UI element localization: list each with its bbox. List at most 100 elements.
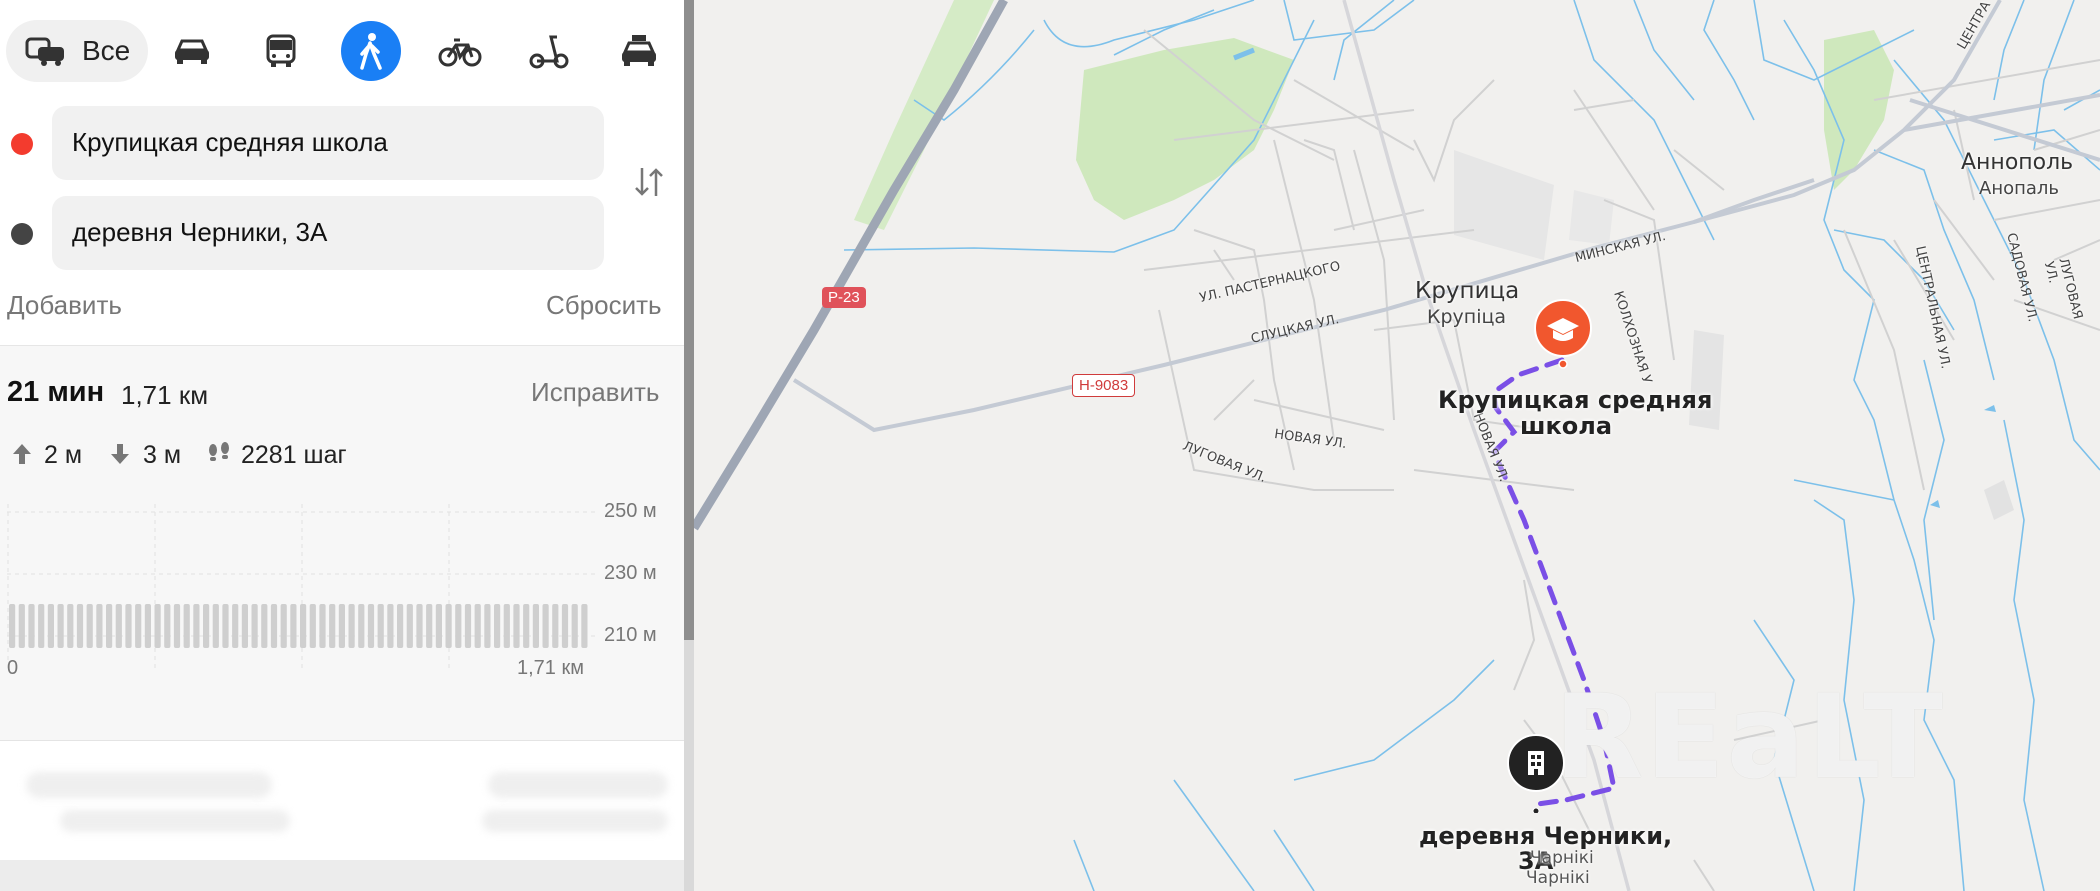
elevation-bar bbox=[67, 604, 74, 648]
forest-area bbox=[854, 0, 994, 230]
route-time: 21 мин bbox=[7, 376, 105, 408]
panel-scrollbar[interactable] bbox=[684, 0, 694, 640]
taxi-icon bbox=[622, 35, 656, 66]
fix-route-link[interactable]: Исправить bbox=[531, 377, 659, 408]
descent-value: 3 м bbox=[143, 441, 182, 469]
add-point-link[interactable]: Добавить bbox=[7, 290, 122, 321]
building-block bbox=[1689, 330, 1724, 430]
elevation-bar bbox=[135, 604, 142, 648]
elevation-bar bbox=[338, 604, 345, 648]
walking-icon bbox=[360, 33, 382, 70]
elevation-bar bbox=[261, 604, 268, 648]
destination-by-label: Чарнікі bbox=[1530, 848, 1594, 868]
panel-bottom bbox=[0, 860, 684, 891]
ascent-icon bbox=[13, 444, 31, 464]
village-label-by: Анопаль bbox=[1979, 178, 2060, 199]
elevation-bar bbox=[416, 604, 423, 648]
elevation-bar bbox=[561, 604, 569, 648]
elevation-bar bbox=[387, 604, 394, 648]
main-roads bbox=[792, 0, 2100, 433]
elevation-bar bbox=[222, 604, 229, 648]
end-point-text: деревня Черники, 3А bbox=[72, 217, 328, 247]
mode-bicycle-button[interactable] bbox=[430, 21, 490, 81]
elevation-bar bbox=[232, 604, 239, 648]
route-panel: Все Крупицкая средняя школа деревня Черн… bbox=[0, 0, 686, 891]
destination-pin[interactable] bbox=[1506, 733, 1566, 815]
school-pin-icon bbox=[1534, 299, 1592, 369]
elevation-bar bbox=[329, 604, 336, 648]
descent-icon bbox=[111, 444, 129, 464]
school-pin[interactable] bbox=[1531, 298, 1595, 369]
elevation-bar bbox=[154, 604, 161, 648]
panel-scroll-track bbox=[684, 640, 694, 891]
elevation-bar bbox=[18, 604, 25, 648]
school-label-line2: школа bbox=[1520, 412, 1613, 440]
end-point-field[interactable]: деревня Черники, 3А bbox=[52, 196, 604, 270]
mode-all-label: Все bbox=[82, 35, 131, 66]
blurred-option bbox=[26, 772, 272, 798]
elevation-bar bbox=[532, 604, 539, 648]
elevation-bar bbox=[270, 604, 278, 648]
elevation-bar bbox=[571, 604, 578, 648]
elevation-bar bbox=[455, 604, 462, 648]
elevation-bar bbox=[280, 604, 287, 648]
elevation-chart bbox=[7, 504, 595, 670]
destination-label-line1: деревня Черники, bbox=[1419, 822, 1673, 850]
elevation-bar bbox=[183, 604, 190, 648]
building-block bbox=[1984, 480, 2014, 520]
elevation-bar bbox=[474, 604, 481, 648]
elevation-bar bbox=[9, 604, 16, 648]
elevation-bar bbox=[397, 604, 404, 648]
elevation-bar bbox=[125, 604, 132, 648]
elevation-bar bbox=[57, 604, 64, 648]
blurred-option bbox=[60, 810, 290, 832]
elevation-bar bbox=[47, 604, 54, 648]
blurred-option bbox=[488, 772, 668, 798]
divider bbox=[0, 740, 684, 741]
elevation-bar bbox=[115, 604, 122, 648]
elevation-bar bbox=[76, 604, 84, 648]
elevation-bar bbox=[28, 604, 35, 648]
mode-all-button[interactable]: Все bbox=[6, 20, 149, 82]
elevation-bar bbox=[367, 604, 375, 648]
building-block bbox=[1454, 150, 1554, 260]
elevation-bar bbox=[552, 604, 559, 648]
elevation-bar bbox=[358, 604, 365, 648]
town-label-ru: Крупица bbox=[1415, 278, 1520, 304]
mode-bus-button[interactable] bbox=[251, 21, 311, 81]
start-point-text: Крупицкая средняя школа bbox=[72, 127, 388, 157]
mode-car-button[interactable] bbox=[162, 21, 222, 81]
car-icon bbox=[175, 39, 209, 64]
transport-mode-bar: Все bbox=[6, 18, 149, 84]
elevation-bar bbox=[406, 604, 413, 648]
route-distance: 1,71 км bbox=[121, 380, 209, 410]
elevation-bar bbox=[193, 604, 200, 648]
elevation-bar bbox=[464, 604, 472, 648]
watermark: REaLT bbox=[1554, 670, 1945, 805]
map-view[interactable]: REaLT Р-23 Н-9083 Крупица Крупіца Аннопо… bbox=[694, 0, 2100, 891]
elevation-bar bbox=[319, 604, 326, 648]
building-block bbox=[1569, 190, 1614, 245]
swap-points-button[interactable] bbox=[632, 164, 668, 200]
elevation-bar bbox=[203, 604, 210, 648]
mode-scooter-button[interactable] bbox=[519, 21, 579, 81]
elevation-bar bbox=[251, 604, 258, 648]
reset-link[interactable]: Сбросить bbox=[546, 290, 662, 321]
mode-walking-button[interactable] bbox=[341, 21, 401, 81]
road-badge-h9083: Н-9083 bbox=[1072, 374, 1136, 397]
pond bbox=[1984, 405, 1996, 412]
swap-arrows-icon bbox=[635, 168, 663, 196]
footprints-icon bbox=[209, 442, 229, 461]
bicycle-icon bbox=[438, 38, 482, 67]
elevation-bar bbox=[503, 604, 510, 648]
elevation-bar bbox=[38, 604, 45, 648]
elevation-x-end: 1,71 км bbox=[517, 657, 584, 679]
elevation-bar bbox=[348, 604, 355, 648]
elevation-bar bbox=[445, 604, 452, 648]
mode-taxi-button[interactable] bbox=[609, 21, 669, 81]
start-point-field[interactable]: Крупицкая средняя школа bbox=[52, 106, 604, 180]
elevation-label-210: 210 м bbox=[604, 624, 657, 646]
start-point-dot bbox=[11, 133, 33, 155]
bus-icon bbox=[266, 34, 296, 67]
destination-by-label: Чарнікі bbox=[1526, 868, 1590, 888]
